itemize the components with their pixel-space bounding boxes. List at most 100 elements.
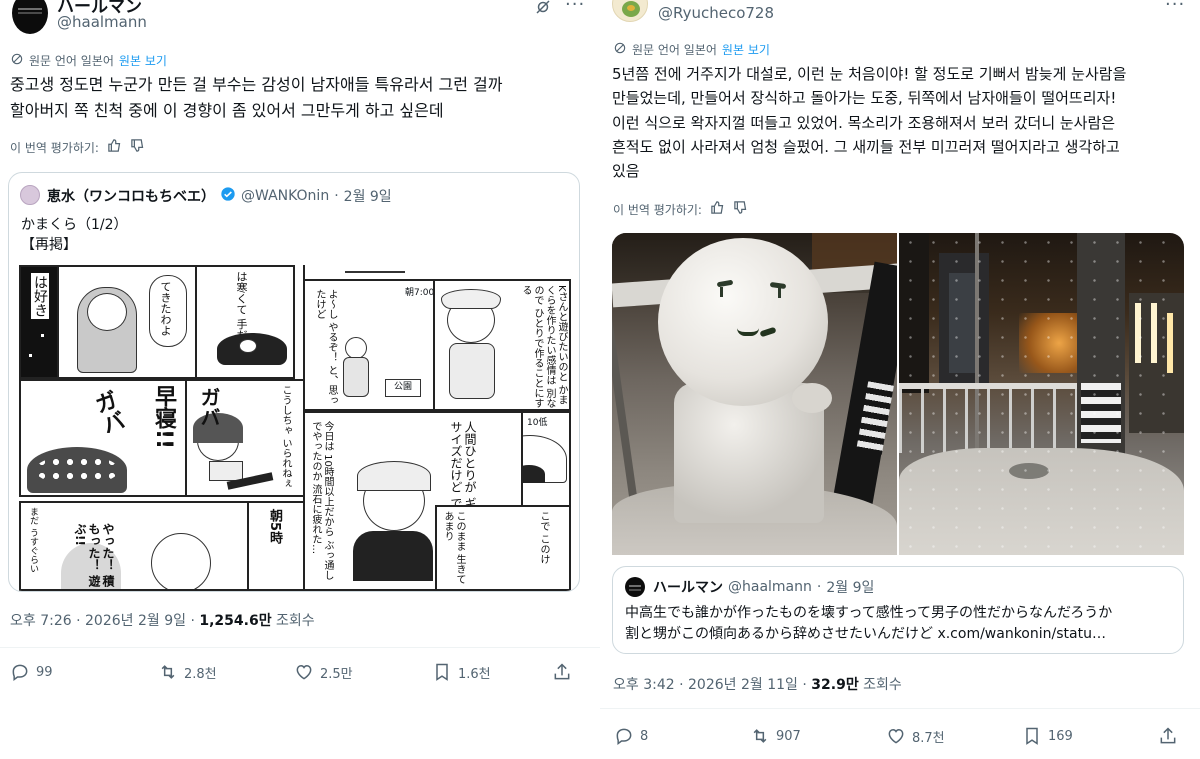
bookmark-button[interactable]: 169 [1022,726,1158,746]
action-bar: 8 907 8.7천 169 [614,726,1184,746]
quoted-author-row: 恵水（ワンコロもちベエ） @WANKOnin · 2월 9일 [47,186,392,206]
repost-count: 2.8천 [184,666,217,682]
manga-text: こで このけ [538,511,549,565]
manga-text: は好き [31,273,49,319]
repost-button[interactable]: 2.8천 [158,662,294,682]
quoted-text: かまくら（1/2） 【再掲】 [21,217,128,253]
post-time[interactable]: 오후 7:26 [10,613,72,629]
rate-translation-label: 이 번역 평가하기: [613,202,702,217]
post-meta-row: 오후 7:26 · 2026년 2월 9일 · 1,254.6만 조회수 [10,610,315,630]
post-date[interactable]: 2026년 2월 9일 [85,613,186,629]
like-button[interactable]: 2.5만 [294,662,432,682]
author-handle[interactable]: @Ryucheco728 [658,4,774,22]
repost-icon [161,665,175,679]
separator: · [816,579,822,595]
manga-text: このまま 生きて あまり [442,511,465,585]
thumbs-up-icon[interactable] [107,138,122,156]
quoted-display-name[interactable]: 恵水（ワンコロもちベエ） [47,186,215,206]
more-options-icon[interactable]: ··· [565,0,585,14]
park-sign: 公園 [385,379,421,397]
show-original-link[interactable]: 원본 보기 [722,41,770,58]
bookmark-icon [436,663,448,681]
heart-icon [888,728,904,744]
divider [600,708,1200,709]
separator: · [679,677,684,693]
share-icon [1160,727,1176,744]
show-original-link[interactable]: 원본 보기 [119,52,167,69]
repost-icon [753,729,767,743]
quoted-handle[interactable]: @WANKOnin [241,188,329,204]
manga-sfx: ガバ [197,387,221,427]
reply-count: 99 [36,664,53,680]
bookmark-count: 169 [1048,728,1073,744]
translate-icon [613,41,627,58]
manga-text: Kさんと遊びたいのと かまくらを作りたい感情は 別なので ひとりで作ることにする [520,285,567,409]
snowman-photo[interactable] [612,233,897,555]
post-date[interactable]: 2026년 2월 11일 [688,677,798,693]
quoted-handle[interactable]: @haalmann [728,579,812,595]
like-button[interactable]: 8.7천 [886,726,1022,746]
manga-panel: てきたわよ [59,265,197,379]
repost-count: 907 [776,728,801,744]
reply-button[interactable]: 8 [614,726,750,746]
thumbs-up-icon[interactable] [710,200,725,218]
manga-panel: ガバ こうしちゃ いられねぇ [185,379,305,497]
author-avatar[interactable] [612,0,648,22]
right-post: @Ryucheco728 ··· 원문 언어 일본어 원본 보기 5년쯤 전에 … [600,0,1200,759]
manga-text: 10低 [527,418,548,428]
quoted-post-card[interactable]: 恵水（ワンコロもちベエ） @WANKOnin · 2월 9일 かまくら（1/2）… [8,172,580,592]
quoted-post-card[interactable]: ハールマン @haalmann · 2월 9일 中高生でも誰かが作ったものを壊す… [612,566,1184,654]
quoted-date[interactable]: 2월 9일 [344,186,392,206]
translated-language-label: 원문 언어 일본어 [632,43,717,57]
author-handle[interactable]: @haalmann [57,13,147,31]
translate-icon [10,52,24,69]
separator: · [802,677,807,693]
manga-sfx: ガバ [88,387,127,438]
manga-panel: 朝5時 [247,501,305,591]
post-text: 5년쯤 전에 거주지가 대설로, 이런 눈 처음이야! 할 정도로 기뻐서 밤늦… [612,65,1127,181]
views-count[interactable]: 32.9만 [811,677,858,693]
manga-text: てきたわよ [159,281,172,336]
like-count: 2.5만 [320,666,353,682]
translated-language-label: 원문 언어 일본어 [29,54,114,68]
manga-panel: Kさんと遊びたいのと かまくらを作りたい感情は 別なので ひとりで作ることにする [433,279,571,411]
grok-icon[interactable] [534,0,552,19]
views-count[interactable]: 1,254.6만 [199,613,271,629]
action-bar: 99 2.8천 2.5만 1.6천 [10,662,578,682]
manga-panel: まだ うすぐらい やった！ 積もった！ 遊ぶ!! [19,501,249,591]
more-options-icon[interactable]: ··· [1165,0,1185,14]
heart-icon [296,664,312,680]
quoted-author-avatar[interactable] [20,185,40,205]
separator: · [334,188,339,204]
bookmark-count: 1.6천 [458,666,491,682]
reply-button[interactable]: 99 [10,662,158,682]
night-street-photo[interactable] [899,233,1184,555]
thumbs-down-icon[interactable] [733,200,748,218]
author-avatar[interactable] [12,0,48,34]
manga-text: こうしちゃ いられねぇ [280,385,291,489]
manga-time: 朝7:00 [405,288,435,298]
repost-button[interactable]: 907 [750,726,886,746]
manga-panel: よ〜し やるぞ！ と、思ったけど 公園 朝7:00 [303,279,435,411]
divider [0,647,600,648]
quoted-author-avatar[interactable] [625,577,645,597]
share-button[interactable] [1158,726,1178,746]
post-time[interactable]: 오후 3:42 [613,677,675,693]
rate-translation-row: 이 번역 평가하기: [10,138,145,156]
bookmark-button[interactable]: 1.6천 [432,662,552,682]
manga-panel: 10低 [521,411,571,507]
manga-image[interactable]: は好き てきたわよ は寒くて 手だけど よ〜し やるぞ！ と、思ったけど 公園 … [19,265,571,591]
manga-panel: は好き [19,265,59,379]
reply-icon [12,664,28,681]
post-text: 중고생 정도면 누군가 만든 걸 부수는 감성이 남자애들 특유라서 그런 걸까… [10,75,503,120]
thumbs-down-icon[interactable] [130,138,145,156]
manga-text: よ〜し やるぞ！ と、思ったけど [314,289,337,406]
manga-text: まだ うすぐらい [28,507,38,573]
separator: · [76,613,81,629]
manga-text: 今日は 10時間以上だから ぶっ通しでやったのか 流石に疲れた… [310,421,333,581]
share-button[interactable] [552,662,572,682]
quoted-date[interactable]: 2월 9일 [826,577,874,597]
quoted-display-name[interactable]: ハールマン [653,577,723,597]
bookmark-icon [1026,727,1038,745]
reply-count: 8 [640,728,649,744]
